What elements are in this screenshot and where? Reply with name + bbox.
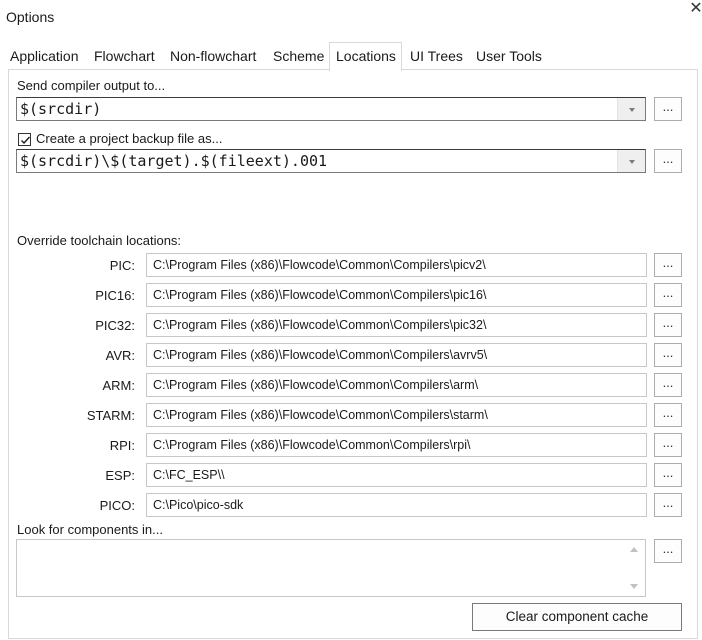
toolchain-rpi-field[interactable]: C:\Program Files (x86)\Flowcode\Common\C… bbox=[146, 433, 647, 457]
toolchain-rpi-label: RPI: bbox=[109, 438, 135, 453]
toolchain-pic32-path: C:\Program Files (x86)\Flowcode\Common\C… bbox=[153, 318, 487, 332]
tab-application[interactable]: Application bbox=[4, 46, 85, 70]
toolchain-pic32-field[interactable]: C:\Program Files (x86)\Flowcode\Common\C… bbox=[146, 313, 647, 337]
toolchain-pic16-path: C:\Program Files (x86)\Flowcode\Common\C… bbox=[153, 288, 487, 302]
toolchain-avr-label: AVR: bbox=[105, 348, 135, 363]
toolchain-pic32-label: PIC32: bbox=[95, 318, 135, 333]
backup-value: $(srcdir)\$(target).$(fileext).001 bbox=[20, 152, 328, 170]
tab-bar: Application Flowchart Non-flowchart Sche… bbox=[4, 42, 698, 71]
compiler-output-combo[interactable]: $(srcdir) bbox=[16, 97, 646, 121]
toolchain-esp-path: C:\FC_ESP\\ bbox=[153, 468, 225, 482]
tab-user-tools[interactable]: User Tools bbox=[470, 46, 548, 70]
toolchain-pico-browse-button[interactable]: ... bbox=[654, 493, 682, 517]
close-icon[interactable]: ✕ bbox=[686, 0, 702, 20]
toolchain-pic-label: PIC: bbox=[109, 258, 135, 273]
tab-scheme[interactable]: Scheme bbox=[267, 46, 330, 70]
toolchain-label: Override toolchain locations: bbox=[17, 233, 182, 248]
compiler-output-dropdown[interactable] bbox=[617, 98, 645, 120]
backup-checkbox[interactable] bbox=[18, 133, 31, 146]
toolchain-pic-browse-button[interactable]: ... bbox=[654, 253, 682, 277]
toolchain-pico-field[interactable]: C:\Pico\pico-sdk bbox=[146, 493, 647, 517]
toolchain-starm-field[interactable]: C:\Program Files (x86)\Flowcode\Common\C… bbox=[146, 403, 647, 427]
window-title: Options bbox=[6, 9, 55, 25]
toolchain-pico-label: PICO: bbox=[99, 498, 135, 513]
toolchain-arm-path: C:\Program Files (x86)\Flowcode\Common\C… bbox=[153, 378, 479, 392]
components-label: Look for components in... bbox=[17, 522, 163, 537]
check-icon bbox=[21, 136, 31, 145]
backup-label: Create a project backup file as... bbox=[36, 131, 223, 146]
tab-ui-trees[interactable]: UI Trees bbox=[404, 46, 469, 70]
compiler-output-value: $(srcdir) bbox=[20, 100, 102, 118]
chevron-down-icon bbox=[629, 160, 635, 164]
toolchain-pico-path: C:\Pico\pico-sdk bbox=[153, 498, 244, 512]
toolchain-arm-browse-button[interactable]: ... bbox=[654, 373, 682, 397]
chevron-down-icon bbox=[629, 108, 635, 112]
toolchain-pic16-label: PIC16: bbox=[95, 288, 135, 303]
toolchain-pic-field[interactable]: C:\Program Files (x86)\Flowcode\Common\C… bbox=[146, 253, 647, 277]
toolchain-rpi-path: C:\Program Files (x86)\Flowcode\Common\C… bbox=[153, 438, 471, 452]
toolchain-pic16-browse-button[interactable]: ... bbox=[654, 283, 682, 307]
toolchain-rpi-browse-button[interactable]: ... bbox=[654, 433, 682, 457]
toolchain-starm-path: C:\Program Files (x86)\Flowcode\Common\C… bbox=[153, 408, 488, 422]
backup-dropdown[interactable] bbox=[617, 150, 645, 172]
tab-locations[interactable]: Locations bbox=[329, 42, 402, 71]
toolchain-avr-path: C:\Program Files (x86)\Flowcode\Common\C… bbox=[153, 348, 488, 362]
components-browse-button[interactable]: ... bbox=[654, 539, 682, 563]
compiler-output-browse-button[interactable]: ... bbox=[654, 97, 682, 121]
toolchain-esp-label: ESP: bbox=[105, 468, 135, 483]
scroll-up-icon[interactable] bbox=[630, 547, 638, 552]
clear-component-cache-button[interactable]: Clear component cache bbox=[472, 603, 682, 631]
toolchain-avr-field[interactable]: C:\Program Files (x86)\Flowcode\Common\C… bbox=[146, 343, 647, 367]
backup-combo[interactable]: $(srcdir)\$(target).$(fileext).001 bbox=[16, 149, 646, 173]
toolchain-pic32-browse-button[interactable]: ... bbox=[654, 313, 682, 337]
toolchain-esp-field[interactable]: C:\FC_ESP\\ bbox=[146, 463, 647, 487]
toolchain-pic16-field[interactable]: C:\Program Files (x86)\Flowcode\Common\C… bbox=[146, 283, 647, 307]
backup-browse-button[interactable]: ... bbox=[654, 149, 682, 173]
toolchain-arm-field[interactable]: C:\Program Files (x86)\Flowcode\Common\C… bbox=[146, 373, 647, 397]
components-textarea[interactable] bbox=[16, 539, 646, 597]
tab-flowchart[interactable]: Flowchart bbox=[88, 46, 161, 70]
tab-non-flowchart[interactable]: Non-flowchart bbox=[164, 46, 262, 70]
scroll-down-icon[interactable] bbox=[630, 584, 638, 589]
toolchain-pic-path: C:\Program Files (x86)\Flowcode\Common\C… bbox=[153, 258, 486, 272]
toolchain-esp-browse-button[interactable]: ... bbox=[654, 463, 682, 487]
toolchain-starm-label: STARM: bbox=[86, 408, 135, 423]
toolchain-starm-browse-button[interactable]: ... bbox=[654, 403, 682, 427]
toolchain-arm-label: ARM: bbox=[102, 378, 136, 393]
toolchain-avr-browse-button[interactable]: ... bbox=[654, 343, 682, 367]
compiler-output-label: Send compiler output to... bbox=[17, 78, 166, 93]
